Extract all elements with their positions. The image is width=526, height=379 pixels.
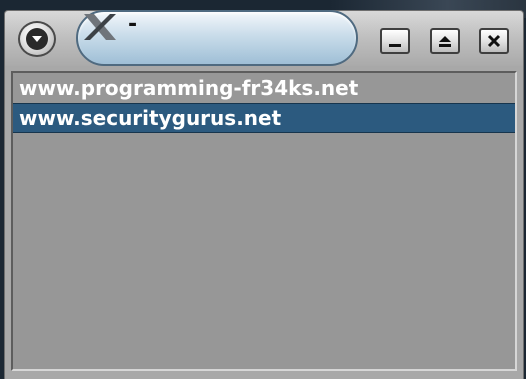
close-icon [487, 34, 501, 48]
chevron-down-icon [26, 28, 48, 50]
window-title: - [128, 12, 138, 37]
window-menu-button[interactable] [18, 21, 56, 57]
eject-icon [439, 36, 451, 47]
x-logo-icon [84, 14, 116, 40]
close-button[interactable] [479, 28, 509, 54]
list-item[interactable]: www.programming-fr34ks.net [13, 73, 515, 103]
list-item-selected[interactable]: www.securitygurus.net [13, 103, 515, 133]
minimize-button[interactable] [380, 28, 410, 54]
shade-button[interactable] [430, 28, 460, 54]
url-list[interactable]: www.programming-fr34ks.net www.securityg… [11, 71, 517, 371]
window-content: www.programming-fr34ks.net www.securityg… [4, 66, 524, 379]
app-window: - www.programming-fr34ks.net www.securit… [4, 0, 524, 379]
minimize-icon [389, 44, 401, 47]
